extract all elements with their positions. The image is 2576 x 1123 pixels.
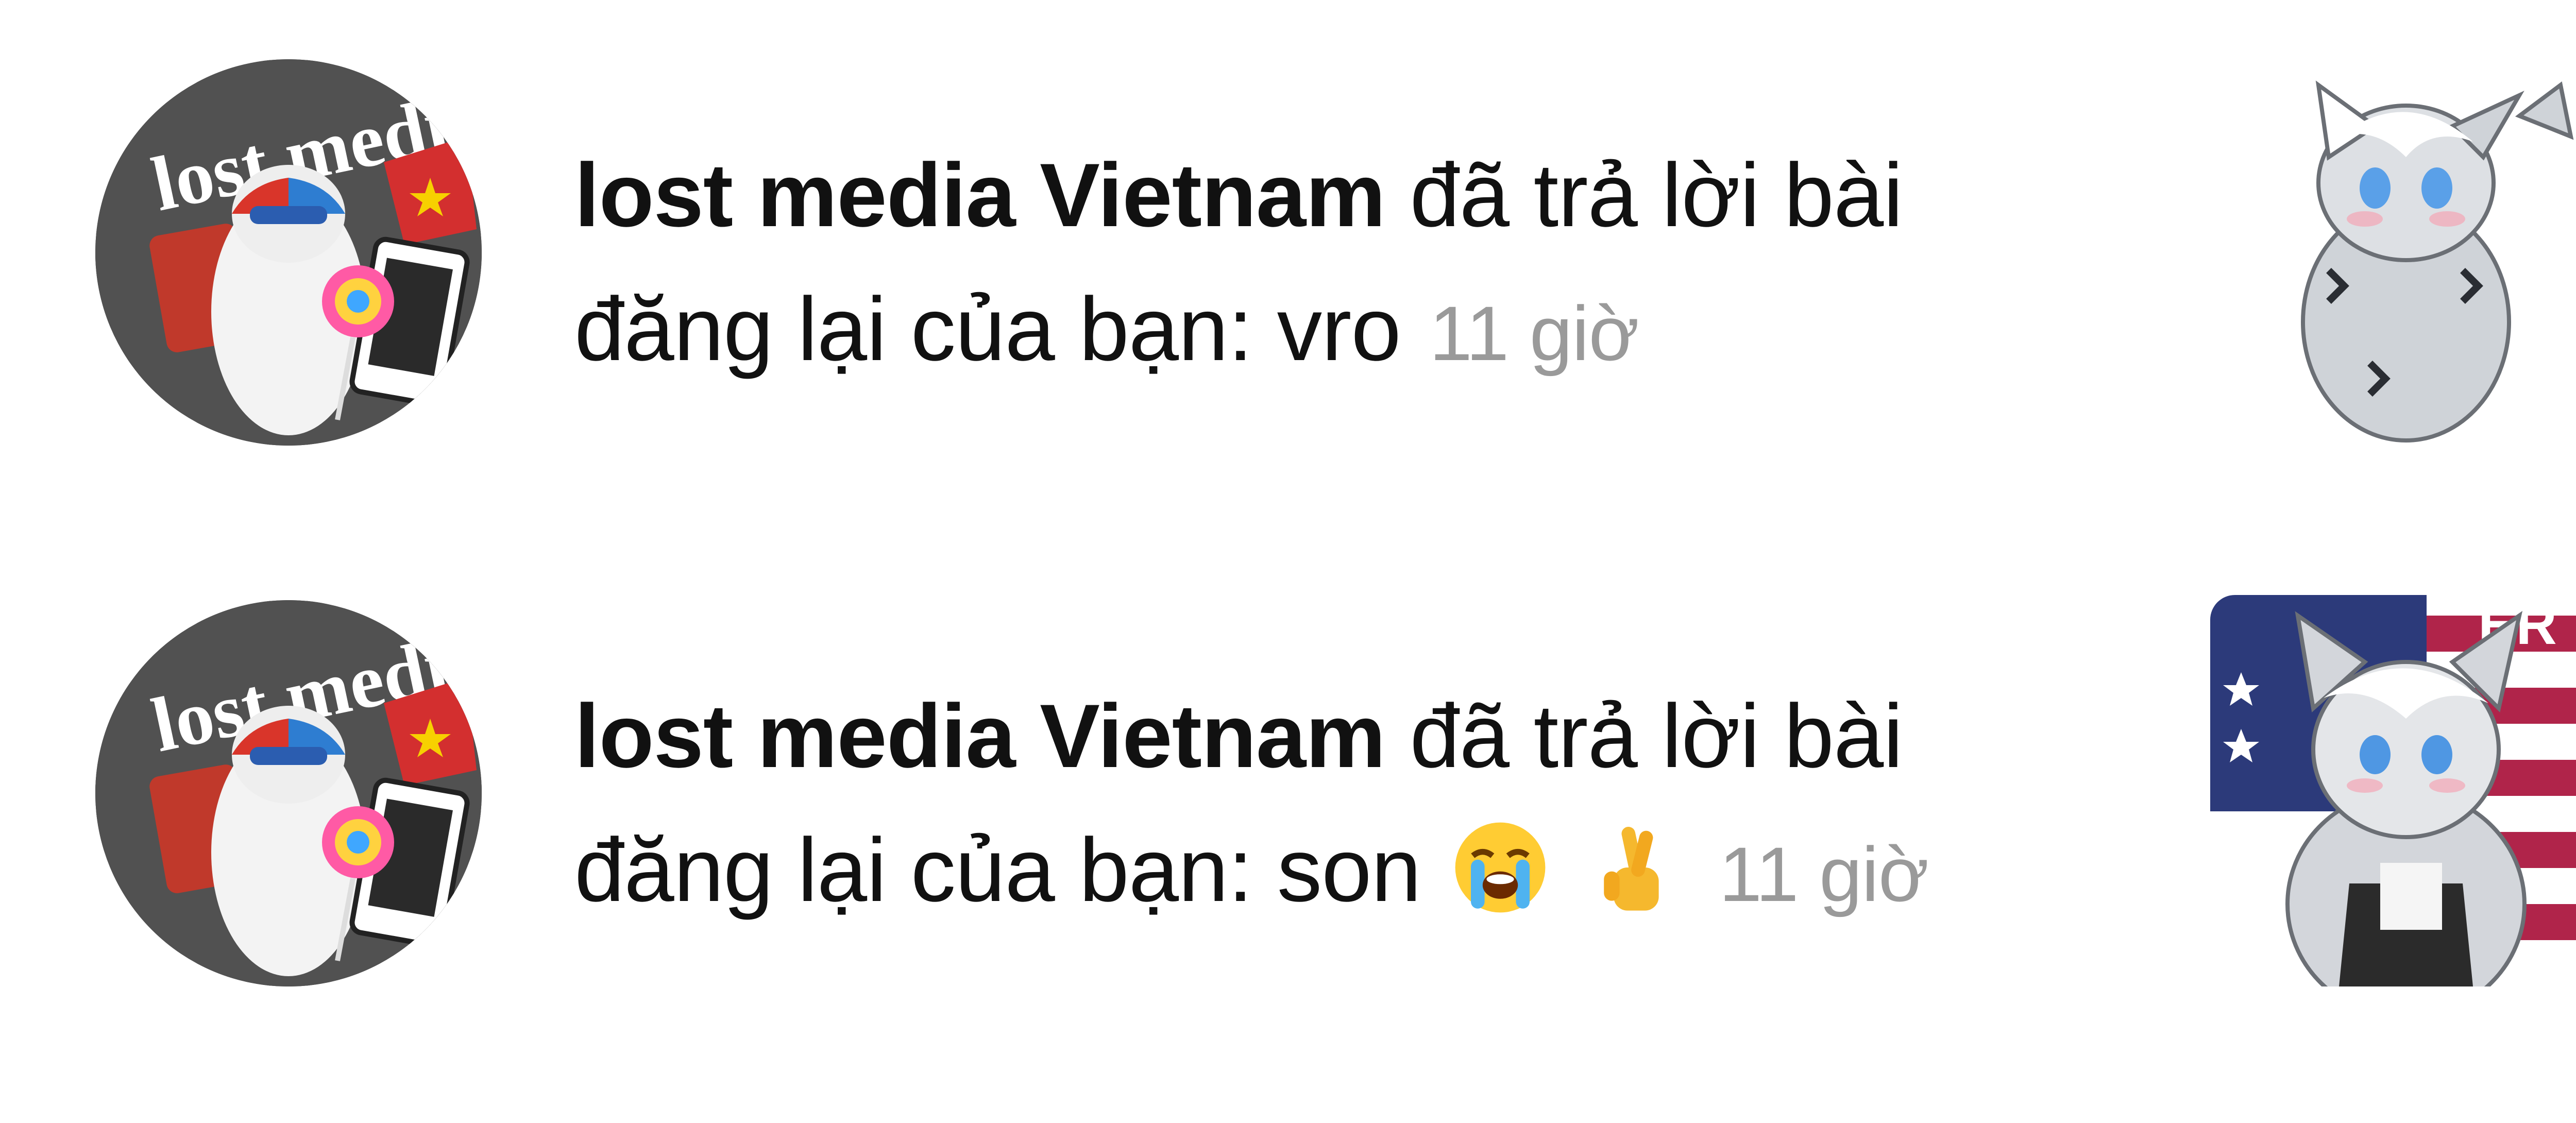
loudly-crying-face-icon <box>1451 819 1549 916</box>
user-avatar[interactable]: lost media <box>95 59 482 446</box>
notification-time: 11 giờ <box>1719 831 1929 917</box>
user-name[interactable]: lost media Vietnam <box>574 145 1386 246</box>
notification-text: lost media Vietnam đã trả lời bài đăng l… <box>574 129 2069 400</box>
notification-time: 11 giờ <box>1429 290 1639 377</box>
reply-text: vro <box>1277 279 1401 380</box>
notification-item[interactable]: lost media lost media Vietnam đã trả lời… <box>0 541 2576 1005</box>
grey-cat-character-icon <box>2210 54 2576 446</box>
grey-cat-character-with-flag-icon: ER <box>2210 595 2576 986</box>
crossed-fingers-icon <box>1586 819 1684 916</box>
post-thumbnail[interactable]: ER <box>2210 595 2576 986</box>
notification-item[interactable]: lost media lost media Vietnam đã trả lời… <box>0 0 2576 464</box>
lost-media-avatar-icon: lost media <box>95 600 482 986</box>
notification-text: lost media Vietnam đã trả lời bài đăng l… <box>574 670 2069 941</box>
post-thumbnail[interactable] <box>2210 54 2576 446</box>
user-avatar[interactable]: lost media <box>95 600 482 986</box>
lost-media-avatar-icon: lost media <box>95 59 482 446</box>
reply-text: son <box>1277 820 1421 921</box>
user-name[interactable]: lost media Vietnam <box>574 686 1386 787</box>
